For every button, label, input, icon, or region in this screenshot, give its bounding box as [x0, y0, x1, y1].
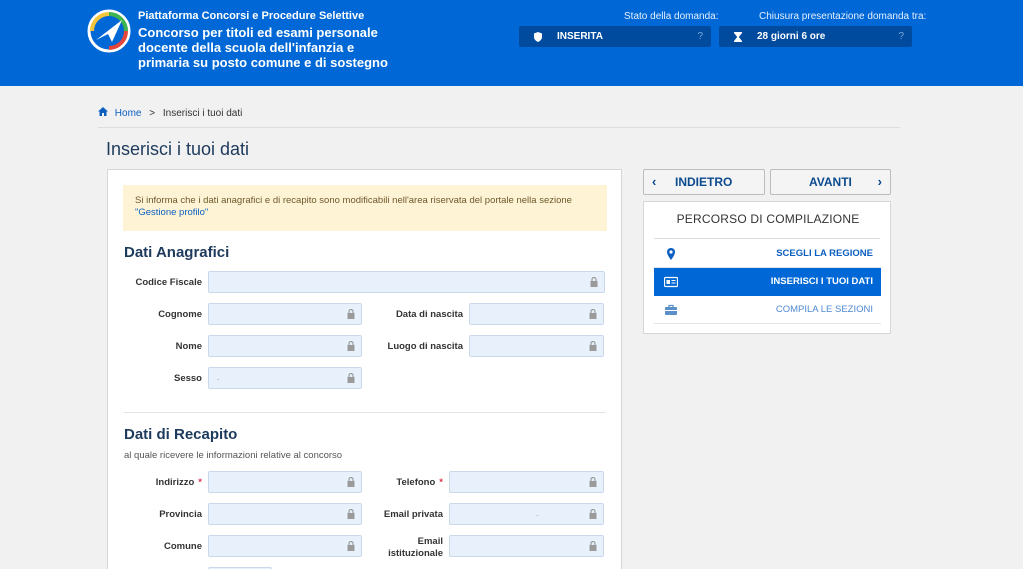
home-icon[interactable]: [98, 107, 108, 116]
breadcrumb-home-link[interactable]: Home: [115, 108, 142, 119]
provincia-label: Provincia: [159, 509, 202, 520]
step-label: SCEGLI LA REGIONE: [776, 248, 873, 259]
lock-icon: [589, 341, 597, 351]
email-istituzionale-field[interactable]: [449, 535, 604, 557]
lock-icon: [347, 509, 355, 519]
chevron-right-icon: ›: [877, 174, 882, 189]
step-label: COMPILA LE SEZIONI: [775, 304, 873, 315]
breadcrumb: Home > Inserisci i tuoi dati: [98, 107, 242, 119]
steps-title: PERCORSO DI COMPILAZIONE: [676, 212, 860, 226]
next-button[interactable]: AVANTI ›: [770, 169, 891, 195]
step-label: INSERISCI I TUOI DATI: [770, 276, 873, 287]
back-button[interactable]: ‹ INDIETRO: [643, 169, 765, 195]
status-badge: INSERITA ?: [519, 26, 711, 47]
nome-field[interactable]: [208, 335, 362, 357]
email-istituzionale-label: Email istituzionale: [388, 536, 443, 559]
status-label: Stato della domanda:: [624, 11, 719, 22]
next-button-label: AVANTI: [809, 175, 852, 189]
lock-icon: [347, 373, 355, 383]
required-mark: *: [439, 477, 443, 488]
deadline-label: Chiusura presentazione domanda tra:: [759, 11, 927, 22]
chevron-left-icon: ‹: [652, 174, 657, 189]
breadcrumb-current: Inserisci i tuoi dati: [162, 108, 243, 119]
compilation-steps-panel: PERCORSO DI COMPILAZIONE SCEGLI LA REGIO…: [643, 201, 891, 334]
indirizzo-field[interactable]: [208, 471, 362, 493]
indirizzo-label: Indirizzo *: [155, 477, 202, 488]
contest-title: Concorso per titoli ed esami personale d…: [138, 25, 388, 70]
cognome-label: Cognome: [158, 309, 202, 320]
breadcrumb-separator: >: [149, 108, 156, 119]
email-privata-value: .: [536, 508, 539, 518]
lock-icon: [347, 341, 355, 351]
id-card-icon: [664, 276, 678, 288]
info-notice: Si informa che i dati anagrafici e di re…: [123, 185, 607, 231]
status-value: INSERITA: [557, 31, 603, 42]
required-mark: *: [198, 477, 202, 488]
notice-text: Si informa che i dati anagrafici e di re…: [135, 195, 572, 206]
provincia-field[interactable]: [208, 503, 362, 525]
gestione-profilo-link[interactable]: "Gestione profilo": [135, 207, 208, 218]
cognome-field[interactable]: [208, 303, 362, 325]
hourglass-icon: [734, 32, 742, 42]
data-nascita-field[interactable]: [469, 303, 604, 325]
comune-field[interactable]: [208, 535, 362, 557]
location-pin-icon: [667, 248, 675, 260]
data-nascita-label: Data di nascita: [395, 309, 463, 320]
deadline-badge: 28 giorni 6 ore ?: [719, 26, 912, 47]
personal-data-form: Si informa che i dati anagrafici e di re…: [107, 169, 622, 569]
lock-icon: [347, 541, 355, 551]
anagrafici-section-title: Dati Anagrafici: [124, 244, 230, 261]
sesso-field[interactable]: .: [208, 367, 362, 389]
luogo-nascita-label: Luogo di nascita: [387, 341, 463, 352]
lock-icon: [589, 309, 597, 319]
shield-icon: [534, 32, 542, 42]
breadcrumb-divider: [98, 127, 900, 128]
lock-icon: [347, 477, 355, 487]
app-header: Piattaforma Concorsi e Procedure Seletti…: [0, 0, 1023, 86]
lock-icon: [589, 541, 597, 551]
step-scegli-regione[interactable]: SCEGLI LA REGIONE: [654, 240, 881, 268]
deadline-help-icon[interactable]: ?: [898, 26, 904, 47]
sesso-value: .: [217, 372, 220, 382]
step-compila-sezioni[interactable]: COMPILA LE SEZIONI: [654, 296, 881, 324]
sesso-label: Sesso: [174, 373, 202, 384]
email-privata-label: Email privata: [383, 509, 443, 520]
recapito-section-title: Dati di Recapito: [124, 426, 238, 443]
lock-icon: [589, 477, 597, 487]
deadline-value: 28 giorni 6 ore: [757, 31, 826, 42]
steps-divider: [654, 238, 880, 239]
status-help-icon[interactable]: ?: [697, 26, 703, 47]
lock-icon: [589, 509, 597, 519]
step-inserisci-dati[interactable]: INSERISCI I TUOI DATI: [654, 268, 881, 296]
telefono-label: Telefono *: [396, 477, 443, 488]
platform-logo: [87, 9, 131, 53]
email-privata-field[interactable]: .: [449, 503, 604, 525]
lock-icon: [347, 309, 355, 319]
codice-fiscale-label: Codice Fiscale: [135, 277, 202, 288]
recapito-section-subtitle: al quale ricevere le informazioni relati…: [124, 450, 343, 461]
briefcase-icon: [665, 304, 677, 315]
back-button-label: INDIETRO: [675, 175, 733, 189]
platform-name: Piattaforma Concorsi e Procedure Seletti…: [138, 10, 365, 22]
telefono-field[interactable]: [449, 471, 604, 493]
section-divider: [124, 412, 606, 413]
nome-label: Nome: [175, 341, 202, 352]
luogo-nascita-field[interactable]: [469, 335, 604, 357]
comune-label: Comune: [164, 541, 202, 552]
lock-icon: [590, 277, 598, 287]
page-title: Inserisci i tuoi dati: [106, 139, 250, 159]
codice-fiscale-field[interactable]: [208, 271, 605, 293]
